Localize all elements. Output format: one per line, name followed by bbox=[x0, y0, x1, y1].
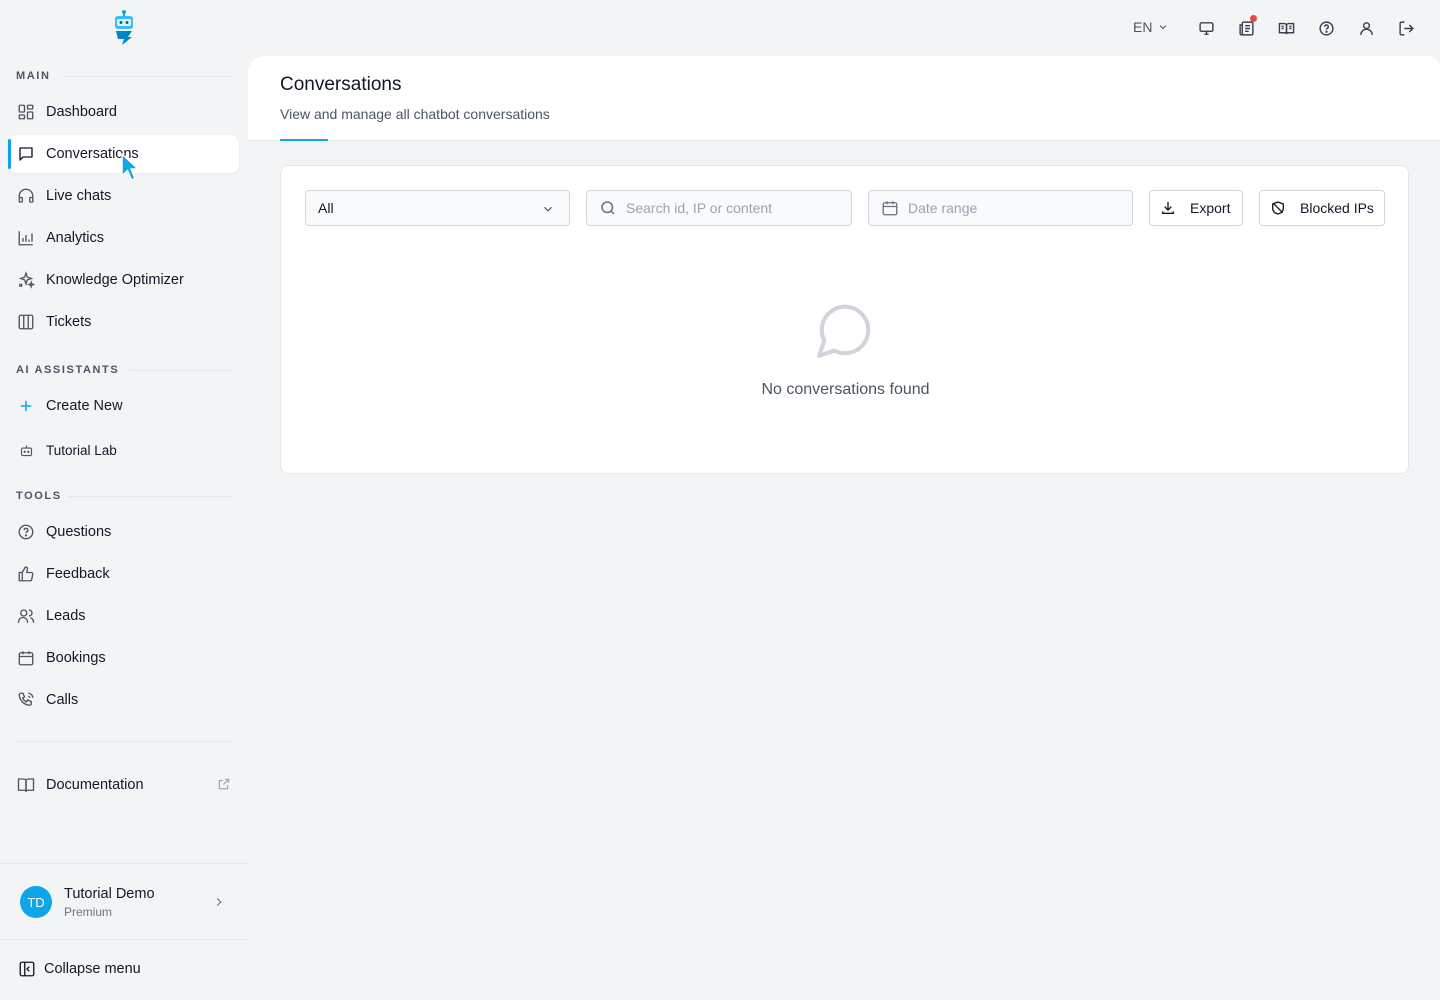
sidebar-item-label: Tutorial Lab bbox=[46, 442, 117, 458]
bot-icon bbox=[17, 441, 35, 459]
notification-dot bbox=[1250, 15, 1257, 22]
section-divider bbox=[130, 370, 232, 371]
bar-chart-icon bbox=[17, 229, 35, 247]
headphones-icon bbox=[17, 187, 35, 205]
sidebar-item-tutorial-lab[interactable]: Tutorial Lab bbox=[8, 431, 239, 469]
section-title-ai-assistants: AI ASSISTANTS bbox=[16, 364, 120, 376]
help-icon[interactable] bbox=[1316, 18, 1336, 38]
sidebar-item-label: Bookings bbox=[46, 650, 106, 666]
chevron-down-icon bbox=[541, 202, 555, 216]
sidebar-item-bookings[interactable]: Bookings bbox=[8, 639, 239, 677]
sidebar-item-label: Knowledge Optimizer bbox=[46, 272, 184, 288]
external-link-icon bbox=[217, 777, 231, 791]
user-plan: Premium bbox=[64, 905, 113, 919]
sidebar: MAIN Dashboard Conversations Live chats … bbox=[0, 0, 248, 1000]
book-open-icon[interactable] bbox=[1276, 18, 1296, 38]
app-logo[interactable] bbox=[110, 10, 138, 46]
sidebar-item-questions[interactable]: Questions bbox=[8, 513, 239, 551]
logout-icon[interactable] bbox=[1396, 18, 1416, 38]
calendar-icon bbox=[881, 199, 899, 217]
blocked-ips-label: Blocked IPs bbox=[1300, 200, 1374, 216]
dashboard-icon bbox=[17, 103, 35, 121]
header-accent-underline bbox=[280, 139, 328, 141]
search-input[interactable] bbox=[626, 200, 826, 216]
sidebar-item-feedback[interactable]: Feedback bbox=[8, 555, 239, 593]
collapse-menu-label: Collapse menu bbox=[44, 961, 141, 977]
empty-state-message: No conversations found bbox=[761, 381, 930, 398]
main-content: Conversations View and manage all chatbo… bbox=[248, 56, 1440, 1000]
thumbs-up-icon bbox=[17, 565, 35, 583]
sidebar-item-label: Documentation bbox=[46, 777, 144, 793]
sidebar-item-documentation[interactable]: Documentation bbox=[8, 766, 239, 804]
search-field[interactable] bbox=[586, 190, 852, 226]
search-icon bbox=[599, 199, 617, 217]
collapse-menu-button[interactable]: Collapse menu bbox=[18, 960, 141, 978]
language-selector[interactable]: EN bbox=[1133, 19, 1169, 35]
plus-icon bbox=[17, 397, 35, 415]
chevron-down-icon bbox=[1160, 25, 1167, 30]
section-divider bbox=[62, 76, 232, 77]
language-label: EN bbox=[1133, 19, 1153, 35]
page-subtitle: View and manage all chatbot conversation… bbox=[280, 106, 550, 122]
status-filter-select[interactable]: All bbox=[305, 190, 570, 226]
sidebar-item-label: Live chats bbox=[46, 188, 112, 204]
sidebar-item-label: Dashboard bbox=[46, 104, 117, 120]
book-icon bbox=[17, 776, 35, 794]
sidebar-item-label: Analytics bbox=[46, 230, 105, 246]
page-title: Conversations bbox=[280, 74, 402, 95]
sidebar-collapse-icon bbox=[18, 960, 36, 978]
sidebar-item-tickets[interactable]: Tickets bbox=[8, 303, 239, 341]
calendar-icon bbox=[17, 649, 35, 667]
sidebar-item-dashboard[interactable]: Dashboard bbox=[8, 93, 239, 131]
user-icon[interactable] bbox=[1356, 18, 1376, 38]
section-title-tools: TOOLS bbox=[16, 490, 62, 502]
mouse-cursor-icon bbox=[121, 153, 139, 181]
sidebar-item-label: Calls bbox=[46, 692, 79, 708]
news-icon[interactable] bbox=[1236, 15, 1257, 38]
shield-off-icon bbox=[1270, 200, 1286, 216]
sidebar-item-analytics[interactable]: Analytics bbox=[8, 219, 239, 257]
page-header: Conversations View and manage all chatbo… bbox=[248, 56, 1440, 141]
download-icon bbox=[1160, 200, 1176, 216]
monitor-icon[interactable] bbox=[1196, 18, 1216, 38]
sidebar-item-live-chats[interactable]: Live chats bbox=[8, 177, 239, 215]
sidebar-item-label: Feedback bbox=[46, 566, 110, 582]
phone-icon bbox=[17, 691, 35, 709]
export-button[interactable]: Export bbox=[1149, 190, 1243, 226]
blocked-ips-button[interactable]: Blocked IPs bbox=[1259, 190, 1385, 226]
chat-bubble-icon bbox=[814, 299, 876, 361]
section-divider bbox=[68, 496, 232, 497]
sidebar-item-label: Create New bbox=[46, 398, 123, 414]
avatar: TD bbox=[20, 886, 52, 918]
columns-icon bbox=[17, 313, 35, 331]
users-icon bbox=[17, 607, 35, 625]
sidebar-item-label: Leads bbox=[46, 608, 86, 624]
sidebar-item-create-new[interactable]: Create New bbox=[8, 387, 239, 425]
sidebar-item-leads[interactable]: Leads bbox=[8, 597, 239, 635]
status-filter-value: All bbox=[318, 200, 334, 216]
sidebar-item-label: Tickets bbox=[46, 314, 92, 330]
export-label: Export bbox=[1190, 200, 1231, 216]
sidebar-item-knowledge-optimizer[interactable]: Knowledge Optimizer bbox=[8, 261, 239, 299]
chat-icon bbox=[17, 145, 35, 163]
date-range-input[interactable] bbox=[908, 200, 1108, 216]
sidebar-item-label: Questions bbox=[46, 524, 112, 540]
section-title-main: MAIN bbox=[16, 70, 51, 82]
date-range-field[interactable] bbox=[868, 190, 1133, 226]
sidebar-item-calls[interactable]: Calls bbox=[8, 681, 239, 719]
user-name: Tutorial Demo bbox=[64, 886, 155, 902]
sparkles-icon bbox=[17, 271, 35, 289]
question-icon bbox=[17, 523, 35, 541]
sidebar-divider bbox=[16, 741, 232, 742]
user-profile[interactable]: TD Tutorial Demo Premium bbox=[0, 863, 248, 940]
chevron-right-icon bbox=[212, 895, 226, 909]
conversations-card: All Export Bloc bbox=[280, 165, 1409, 474]
